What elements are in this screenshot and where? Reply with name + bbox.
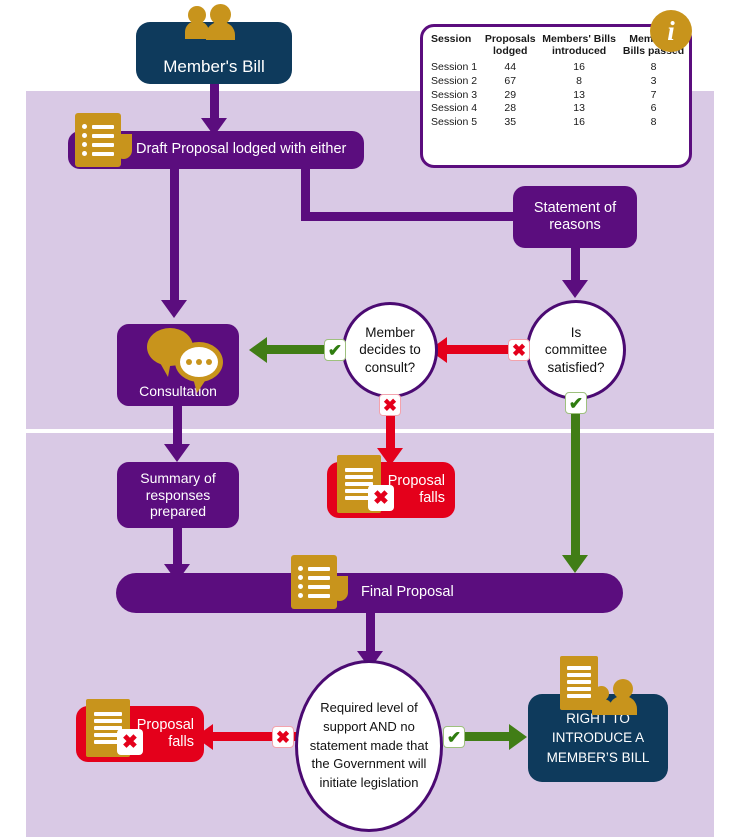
required-line1: Required level of [320, 699, 418, 715]
summary-line1: Summary of [140, 470, 216, 487]
connector-consultation-summary [173, 406, 182, 448]
arrowhead-required-yes [509, 724, 527, 750]
connector-draft-to-statement [301, 212, 523, 221]
document-icon-right-introduce [560, 656, 598, 710]
committee-line2: committee [544, 342, 608, 358]
badge-no-consult: ✖ [379, 394, 401, 416]
table-row: Session 1 44 16 8 [431, 61, 657, 73]
arrowhead-consultation-summary [164, 444, 190, 462]
statistics-table: Session Proposals lodged Members' Bills … [423, 33, 689, 129]
proposal-falls-lower-line2: falls [168, 734, 194, 750]
summary-line3: prepared [149, 503, 207, 520]
flowchart-canvas: Session Proposals lodged Members' Bills … [0, 0, 740, 837]
statement-line1: Statement of [533, 199, 617, 216]
document-tab-icon [115, 134, 132, 159]
node-final-proposal: Final Proposal [116, 573, 623, 613]
statistics-table-card: Session Proposals lodged Members' Bills … [420, 24, 692, 168]
required-line5: initiate legislation [319, 775, 419, 791]
badge-yes-required: ✔ [443, 726, 465, 748]
node-summary-of-responses: Summary of responses prepared [117, 462, 239, 528]
badge-no-required: ✖ [272, 726, 294, 748]
arrowhead-draft-consultation [161, 300, 187, 318]
decision-is-committee-satisfied: Is committee satisfied? [526, 300, 626, 400]
th-bills-introduced: Members' Bills introduced [542, 33, 616, 57]
people-icon-right-introduce [592, 678, 648, 715]
node-statement-of-reasons: Statement of reasons [513, 186, 637, 248]
decision-member-decides-to-consult: Member decides to consult? [342, 302, 438, 398]
right-line2: INTRODUCE A [551, 730, 645, 746]
summary-line2: responses [145, 486, 211, 503]
connector-membersbill-draft [210, 84, 219, 120]
section-divider [26, 429, 714, 433]
required-line2: support AND no [323, 718, 415, 734]
badge-no-committee: ✖ [508, 339, 530, 361]
required-line4: the Government will [311, 756, 427, 772]
th-proposals-lodged: Proposals lodged [484, 33, 536, 57]
connector-committee-yes [571, 396, 580, 560]
info-icon: i [650, 10, 692, 52]
consult-line1: Member [365, 324, 415, 340]
people-icon [185, 4, 244, 40]
connector-statement-committee [571, 248, 580, 282]
statement-line2: reasons [549, 217, 601, 233]
consult-line2: decides to [359, 342, 421, 358]
arrowhead-committee-yes [562, 555, 588, 573]
arrowhead-statement-committee [562, 280, 588, 298]
table-row: Session 2 67 8 3 [431, 74, 657, 87]
document-tab-icon-final [331, 576, 348, 601]
required-line3: statement made that [309, 737, 429, 753]
right-line3: MEMBER’S BILL [546, 749, 650, 765]
consult-line3: consult? [364, 359, 416, 375]
table-row: Session 5 35 16 8 [431, 116, 657, 129]
proposal-falls-lower-line1: Proposal [136, 716, 194, 733]
table-row: Session 3 29 13 7 [431, 88, 657, 101]
badge-yes-consult: ✔ [324, 339, 346, 361]
badge-yes-committee: ✔ [565, 392, 587, 414]
th-session: Session [431, 33, 472, 45]
proposal-falls-upper-line2: falls [419, 490, 445, 506]
connector-draft-down-left [170, 169, 179, 303]
committee-line3: satisfied? [547, 359, 605, 375]
table-header-row: Session Proposals lodged Members' Bills … [423, 33, 689, 61]
document-x-icon-upper: ✖ [368, 485, 394, 511]
table-row: Session 4 28 13 6 [431, 102, 657, 115]
arrowhead-consult-yes [249, 337, 267, 363]
committee-line1: Is [570, 324, 582, 340]
speech-bubbles-icon [147, 328, 229, 393]
document-x-icon-lower: ✖ [117, 729, 143, 755]
decision-required-level-of-support: Required level of support AND no stateme… [295, 660, 443, 832]
proposal-falls-upper-line1: Proposal [387, 472, 445, 489]
